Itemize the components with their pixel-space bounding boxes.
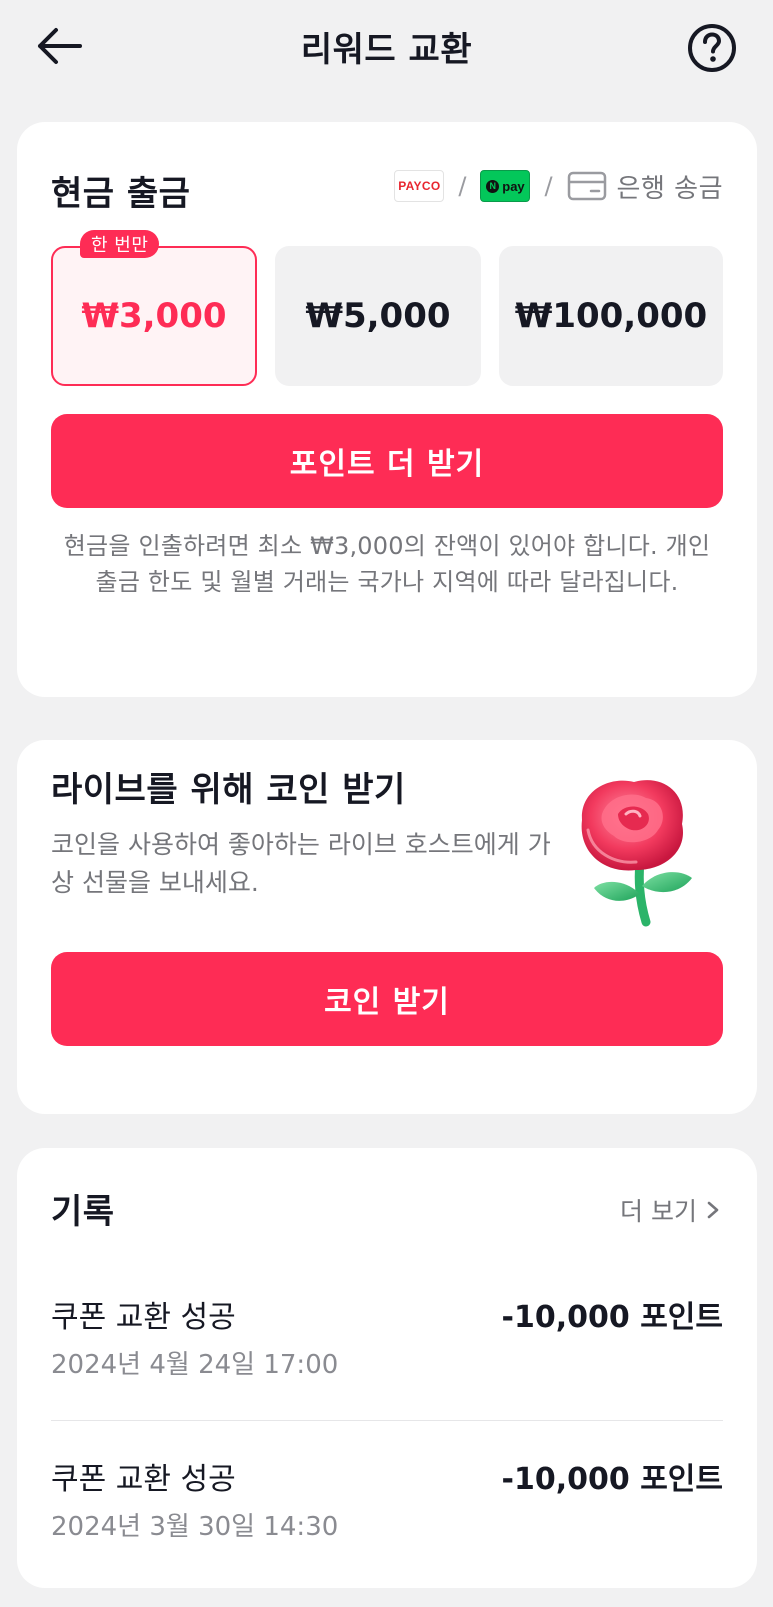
npay-label: pay [502,178,525,194]
divider [51,1420,723,1421]
see-more-label: 더 보기 [620,1197,697,1226]
see-more-link[interactable]: 더 보기 [620,1192,723,1228]
get-coins-button[interactable]: 코인 받기 [51,952,723,1046]
page-title: 리워드 교환 [300,30,473,70]
history-item-title: 쿠폰 교환 성공 [51,1462,236,1497]
withdrawal-notice: 현금을 인출하려면 최소 ₩3,000의 잔액이 있어야 합니다. 개인 출금 … [63,532,711,596]
payco-logo: PAYCO [394,170,445,202]
get-coins-description: 코인을 사용하여 좋아하는 라이브 호스트에게 가상 선물을 보내세요. [51,830,551,897]
history-item[interactable]: 쿠폰 교환 성공 -10,000 포인트 2024년 3월 30일 14:30 [51,1454,723,1584]
separator: / [544,172,553,200]
history-item-points: -10,000 포인트 [501,1462,723,1497]
payco-label: PAYCO [398,179,441,193]
get-coins-title: 라이브를 위해 코인 받기 [51,770,406,810]
payment-methods: PAYCO / N pay / 은행 송금 [394,170,723,204]
bank-card-icon [567,171,606,201]
npay-n-icon: N [486,179,500,193]
history-item-date: 2024년 3월 30일 14:30 [51,1512,339,1542]
history-item-points: -10,000 포인트 [501,1300,723,1335]
history-card: 기록 더 보기 쿠폰 교환 성공 -10,000 포인트 2024년 4월 24… [17,1148,757,1588]
amount-option-3000[interactable]: ₩3,000 [51,246,257,386]
amount-option-100000[interactable]: ₩100,000 [499,246,723,386]
help-button[interactable] [686,22,738,74]
npay-logo: N pay [480,170,531,202]
amount-option-5000[interactable]: ₩5,000 [275,246,481,386]
help-circle-icon [688,24,736,72]
history-item-date: 2024년 4월 24일 17:00 [51,1350,339,1380]
history-item[interactable]: 쿠폰 교환 성공 -10,000 포인트 2024년 4월 24일 17:00 [51,1292,723,1422]
bank-transfer-label: 은행 송금 [616,173,723,204]
cash-withdrawal-title: 현금 출금 [51,174,191,214]
get-more-points-button[interactable]: 포인트 더 받기 [51,414,723,508]
get-coins-card: 라이브를 위해 코인 받기 코인을 사용하여 좋아하는 라이브 호스트에게 가상… [17,740,757,1114]
separator: / [458,172,467,200]
history-title: 기록 [51,1192,115,1232]
cash-withdrawal-card: 현금 출금 PAYCO / N pay / 은행 송금 ₩3,000 ₩5,00… [17,122,757,697]
rose-icon [581,780,692,927]
history-item-title: 쿠폰 교환 성공 [51,1300,236,1335]
one-time-badge: 한 번만 [80,230,160,258]
top-bar: 리워드 교환 [0,0,773,92]
chevron-right-icon [707,1201,719,1219]
